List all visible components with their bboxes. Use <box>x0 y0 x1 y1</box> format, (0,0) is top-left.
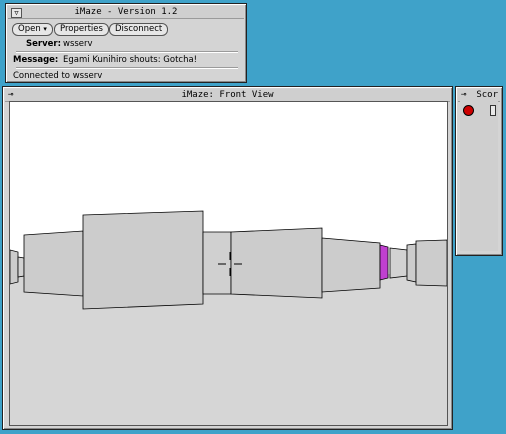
control-window: ▽ iMaze - Version 1.2 Open ▾ Properties … <box>5 3 247 83</box>
score-window: ⊸ Scor <box>455 86 503 256</box>
server-value: wsserv <box>63 39 93 49</box>
wall-segment <box>17 256 25 278</box>
open-menu-button[interactable]: Open ▾ <box>12 23 53 36</box>
message-label: Message: <box>13 55 59 65</box>
wall-segment <box>389 247 408 279</box>
wall-segment <box>202 231 232 295</box>
control-window-titlebar[interactable]: ▽ iMaze - Version 1.2 <box>8 6 244 19</box>
wall-segment <box>23 230 84 297</box>
red-player-dot-icon <box>463 105 474 116</box>
connection-status: Connected to wsserv <box>13 71 103 81</box>
server-label: Server: <box>26 39 61 49</box>
properties-button[interactable]: Properties <box>54 23 109 36</box>
floor <box>10 274 447 425</box>
score-bar <box>490 105 496 116</box>
disconnect-button[interactable]: Disconnect <box>109 23 169 36</box>
front-view-title: iMaze: Front View <box>181 90 274 100</box>
wall-segment <box>230 227 323 299</box>
message-value: Egami Kunihiro shouts: Gotcha! <box>63 55 198 65</box>
dropdown-arrow-icon: ▾ <box>43 25 47 33</box>
maze-scene <box>10 102 447 425</box>
separator <box>16 67 238 69</box>
pushpin-icon[interactable]: ⊸ <box>8 90 13 100</box>
maze-3d-view[interactable] <box>9 101 448 426</box>
open-button-label: Open <box>18 24 41 34</box>
separator <box>16 51 238 53</box>
properties-button-label: Properties <box>60 24 103 34</box>
front-view-window: ⊸ iMaze: Front View <box>2 86 453 430</box>
score-window-title: Scor <box>476 90 498 100</box>
wall-segment <box>10 249 19 285</box>
pushpin-icon[interactable]: ⊸ <box>461 90 466 100</box>
wall-segment <box>82 210 204 310</box>
score-list <box>460 101 498 251</box>
wall-segment <box>406 243 417 283</box>
control-window-title: iMaze - Version 1.2 <box>74 7 178 17</box>
wall-segment <box>415 239 447 287</box>
window-menu-icon[interactable]: ▽ <box>11 8 22 18</box>
player-marker <box>379 244 389 281</box>
wall-segment <box>321 237 381 293</box>
disconnect-button-label: Disconnect <box>115 24 163 34</box>
